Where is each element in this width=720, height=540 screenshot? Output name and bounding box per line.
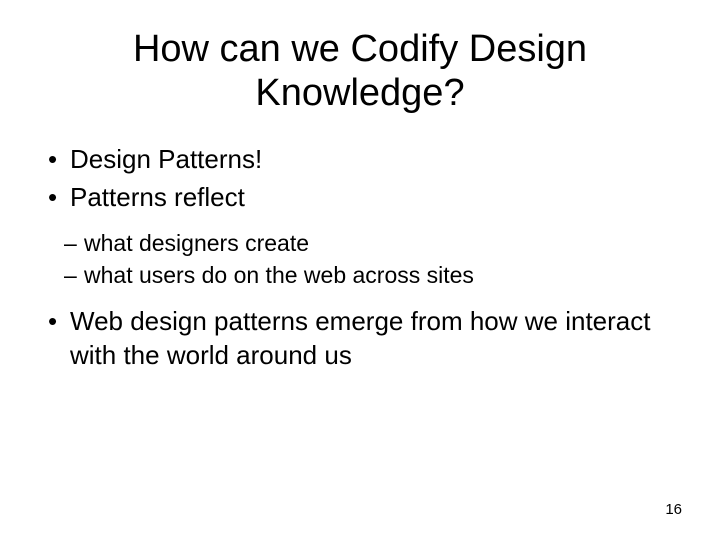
sub-bullet-item: what users do on the web across sites bbox=[64, 261, 690, 291]
main-bullet-list: Design Patterns! Patterns reflect what d… bbox=[30, 143, 690, 372]
page-number: 16 bbox=[665, 501, 682, 518]
slide-title: How can we Codify Design Knowledge? bbox=[30, 28, 690, 115]
slide-container: How can we Codify Design Knowledge? Desi… bbox=[0, 0, 720, 540]
sub-bullet-item: what designers create bbox=[64, 229, 690, 259]
sub-bullet-list: what designers create what users do on t… bbox=[42, 229, 690, 291]
bullet-item: Web design patterns emerge from how we i… bbox=[42, 305, 690, 373]
bullet-item: Design Patterns! bbox=[42, 143, 690, 177]
bullet-item: Patterns reflect bbox=[42, 181, 690, 215]
